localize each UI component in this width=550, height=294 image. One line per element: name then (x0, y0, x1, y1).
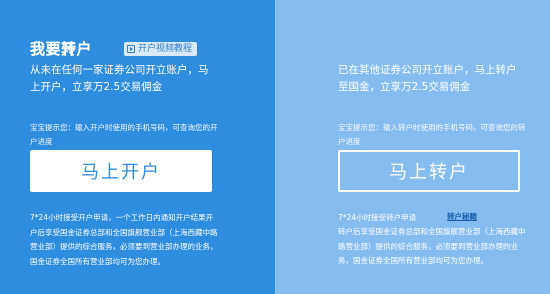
transfer-account-header: 我要转户 (30, 38, 92, 59)
open-account-button[interactable]: 马上开户 (30, 150, 212, 192)
panel-divider (275, 0, 276, 294)
tutorial-video-link[interactable]: 开户视频教程 (124, 41, 198, 56)
tutorial-video-label: 开户视频教程 (138, 43, 193, 54)
open-account-notes: 7*24小时接受开户申请，一个工作日内通知开户结果开户后享受国金证券总部和全国旗… (30, 213, 218, 266)
transfer-account-notes-line1: 7*24小时接受转户申请 (338, 213, 417, 222)
transfer-account-title: 我要转户 (30, 40, 93, 58)
open-account-description: 从未在任何一家证券公司开立账户，马上开户，立享万2.5交易佣金 (30, 64, 209, 93)
transfer-account-notes: 转户后享受国金证券总部和全国旗舰营业部（上海西藏中路营业部）提供的综合服务，必须… (338, 227, 526, 265)
play-video-icon (127, 44, 136, 53)
transfer-account-button[interactable]: 马上转户 (338, 150, 520, 192)
transfer-account-hint: 宝宝提示您：输入转户时使用的手机号码，可查询您的转户进度 (338, 123, 526, 146)
transfer-account-description: 已在其他证券公司开立账户，马上转户至国金，立享万2.5交易佣金 (338, 64, 517, 93)
open-account-hint: 宝宝提示您：输入开户时使用的手机号码，可查询您的开户进度 (30, 123, 218, 146)
transfer-guide-link[interactable]: 转户秘籍 (447, 211, 477, 222)
